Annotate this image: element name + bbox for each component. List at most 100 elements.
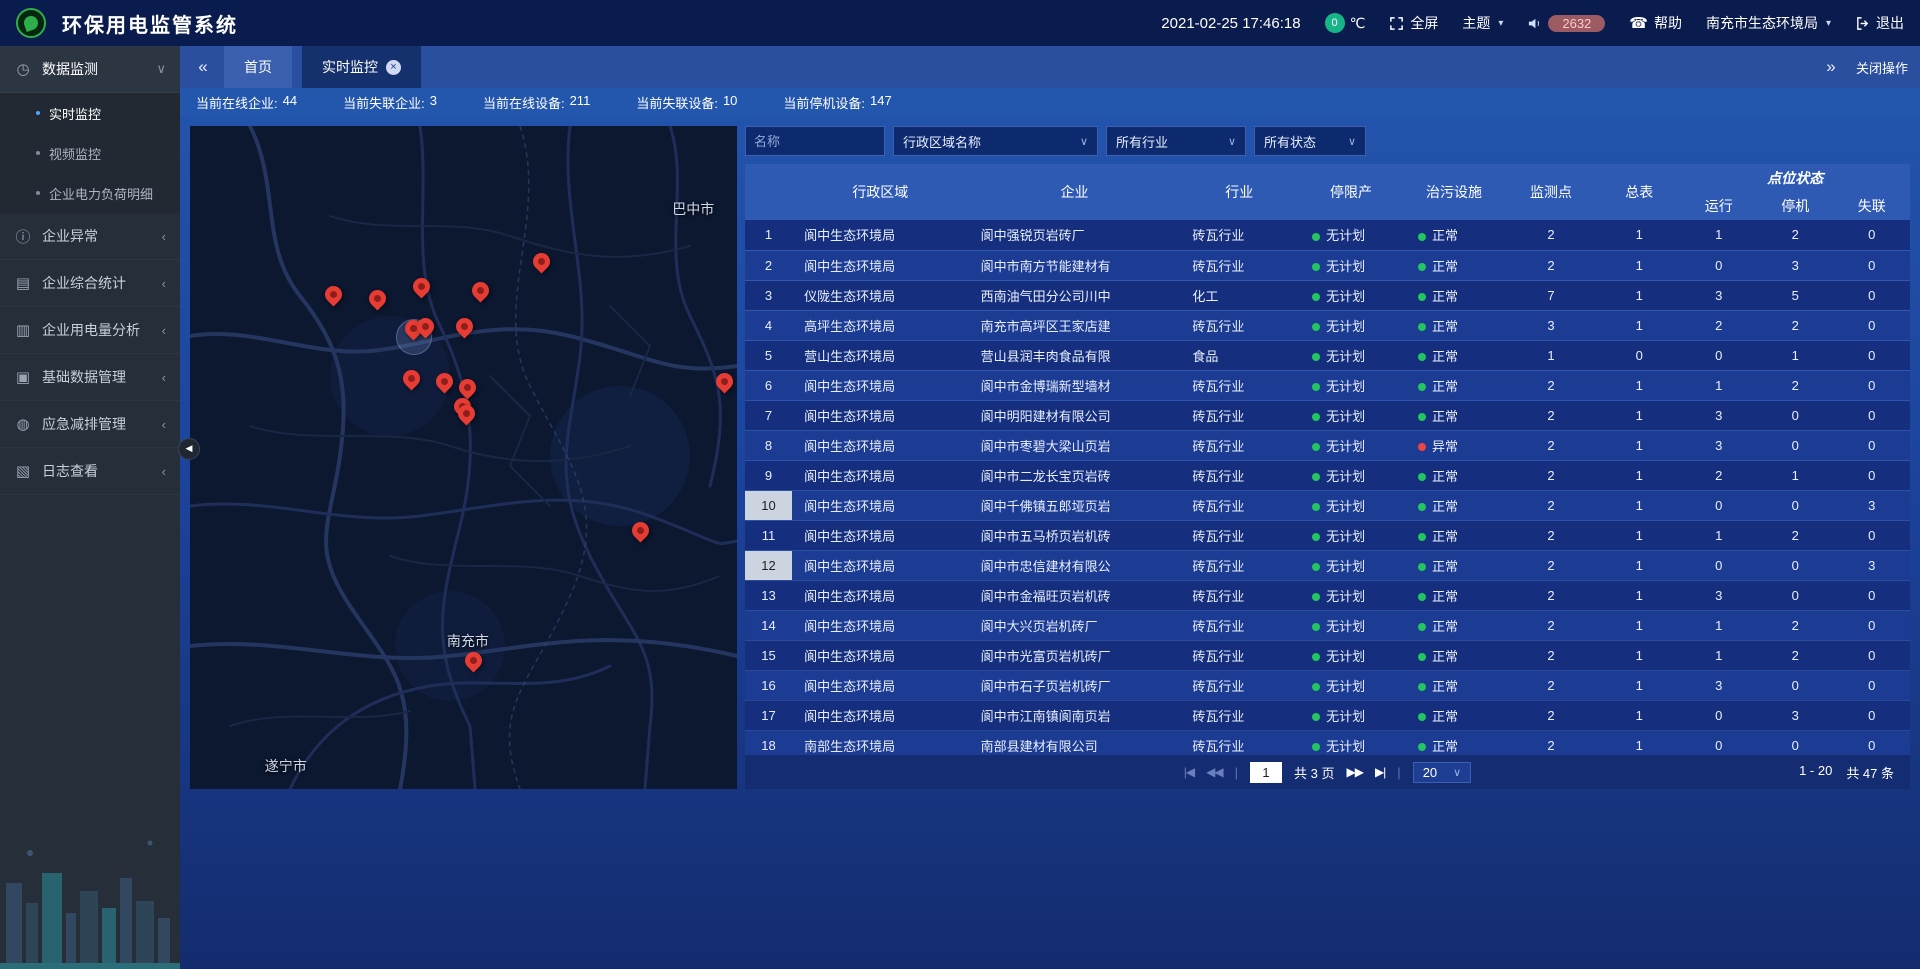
cell-stop: 3 xyxy=(1757,250,1833,280)
industry-filter-select[interactable]: 所有行业 ∨ xyxy=(1106,126,1246,156)
last-page-button[interactable]: ▶| xyxy=(1375,765,1385,779)
status-text: 无计划 xyxy=(1326,349,1365,364)
close-operations-button[interactable]: 关闭操作 xyxy=(1856,58,1908,77)
cell-run: 3 xyxy=(1680,400,1756,430)
cell-company: 阆中明阳建材有限公司 xyxy=(969,400,1181,430)
tab-home[interactable]: 首页 xyxy=(224,46,292,88)
status-text: 无计划 xyxy=(1326,679,1365,694)
col-points: 监测点 xyxy=(1504,164,1598,220)
sidebar-section-enterprise-stats[interactable]: ▤企业综合统计‹ xyxy=(0,260,180,307)
table-wrap: 行政区域 企业 行业 停限产 治污设施 监测点 总表 点位状态 运行 xyxy=(745,164,1910,755)
alert-speaker-button[interactable]: 2632 xyxy=(1527,15,1605,32)
map-panel[interactable]: ◀ 巴中市南充市遂宁市 xyxy=(190,126,737,789)
stat-value: 147 xyxy=(870,93,892,112)
status-text: 正常 xyxy=(1432,409,1458,424)
sidebar-item-realtime-monitor[interactable]: 实时监控 xyxy=(0,93,180,133)
help-button[interactable]: ☎ 帮助 xyxy=(1629,13,1682,33)
tabs-scroll-left-icon[interactable]: « xyxy=(192,57,214,77)
name-filter-input[interactable] xyxy=(745,126,885,156)
cell-region: 阆中生态环境局 xyxy=(792,370,969,400)
status-filter-value: 所有状态 xyxy=(1264,132,1316,151)
cell-index: 15 xyxy=(745,640,792,670)
table-row[interactable]: 6阆中生态环境局阆中市金博瑞新型墙材砖瓦行业无计划正常21120 xyxy=(745,370,1910,400)
stat-label: 当前停机设备: xyxy=(783,93,865,112)
region-filter-select[interactable]: 行政区域名称 ∨ xyxy=(893,126,1098,156)
cell-index: 16 xyxy=(745,670,792,700)
page-number-input[interactable] xyxy=(1250,762,1282,783)
table-row[interactable]: 5营山生态环境局营山县润丰肉食品有限食品无计划正常10010 xyxy=(745,340,1910,370)
theme-menu[interactable]: 主题 ▾ xyxy=(1462,13,1503,33)
table-row[interactable]: 8阆中生态环境局阆中市枣碧大梁山页岩砖瓦行业无计划异常21300 xyxy=(745,430,1910,460)
database-icon: ▣ xyxy=(14,368,32,386)
table-row[interactable]: 13阆中生态环境局阆中市金福旺页岩机砖砖瓦行业无计划正常21300 xyxy=(745,580,1910,610)
sidebar-item-power-load-detail[interactable]: 企业电力负荷明细 xyxy=(0,173,180,213)
tab-realtime-monitor[interactable]: 实时监控 × xyxy=(302,46,421,88)
table-row[interactable]: 11阆中生态环境局阆中市五马桥页岩机砖砖瓦行业无计划正常21120 xyxy=(745,520,1910,550)
status-dot-icon xyxy=(1418,743,1426,751)
status-filter-select[interactable]: 所有状态 ∨ xyxy=(1254,126,1366,156)
status-dot-icon xyxy=(1312,593,1320,601)
alert-count-badge[interactable]: 2632 xyxy=(1548,15,1605,32)
cell-facility-status: 正常 xyxy=(1404,370,1504,400)
logout-button[interactable]: 退出 xyxy=(1855,13,1904,33)
close-tab-icon[interactable]: × xyxy=(386,60,401,75)
prev-page-button[interactable]: ◀◀ xyxy=(1206,765,1222,779)
cell-run: 1 xyxy=(1680,520,1756,550)
table-row[interactable]: 9阆中生态环境局阆中市二龙长宝页岩砖砖瓦行业无计划正常21210 xyxy=(745,460,1910,490)
status-dot-icon xyxy=(1312,743,1320,751)
cell-index: 4 xyxy=(745,310,792,340)
sidebar-section-power-analysis[interactable]: ▥企业用电量分析‹ xyxy=(0,307,180,354)
sidebar-item-video-monitor[interactable]: 视频监控 xyxy=(0,133,180,173)
table-row[interactable]: 16阆中生态环境局阆中市石子页岩机砖厂砖瓦行业无计划正常21300 xyxy=(745,670,1910,700)
next-page-button[interactable]: ▶▶ xyxy=(1346,765,1362,779)
sidebar-section-emergency-reduction[interactable]: ◍应急减排管理‹ xyxy=(0,401,180,448)
org-menu[interactable]: 南充市生态环境局 ▾ xyxy=(1706,13,1831,33)
status-text: 正常 xyxy=(1432,739,1458,754)
fullscreen-button[interactable]: 全屏 xyxy=(1389,13,1438,33)
table-row[interactable]: 3仪陇生态环境局西南油气田分公司川中化工无计划正常71350 xyxy=(745,280,1910,310)
sidebar-section-base-data[interactable]: ▣基础数据管理‹ xyxy=(0,354,180,401)
cell-industry: 砖瓦行业 xyxy=(1180,430,1298,460)
table-row[interactable]: 2阆中生态环境局阆中市南方节能建材有砖瓦行业无计划正常21030 xyxy=(745,250,1910,280)
table-row[interactable]: 18南部生态环境局南部县建材有限公司砖瓦行业无计划正常21000 xyxy=(745,730,1910,755)
status-text: 无计划 xyxy=(1326,499,1365,514)
status-text: 无计划 xyxy=(1326,469,1365,484)
status-text: 正常 xyxy=(1432,289,1458,304)
table-row[interactable]: 4高坪生态环境局南充市高坪区王家店建砖瓦行业无计划正常31220 xyxy=(745,310,1910,340)
first-page-button[interactable]: |◀ xyxy=(1184,765,1194,779)
sidebar-section-log-view[interactable]: ▧日志查看‹ xyxy=(0,448,180,495)
table-row[interactable]: 12阆中生态环境局阆中市忠信建材有限公砖瓦行业无计划正常21003 xyxy=(745,550,1910,580)
map-city-label: 南充市 xyxy=(447,631,489,651)
cell-company: 阆中市二龙长宝页岩砖 xyxy=(969,460,1181,490)
status-dot-icon xyxy=(1312,263,1320,271)
chart-icon: ▥ xyxy=(14,321,32,339)
cell-region: 阆中生态环境局 xyxy=(792,430,969,460)
stat-label: 当前失联企业: xyxy=(343,93,425,112)
bullet-icon xyxy=(36,151,40,155)
table-row[interactable]: 1阆中生态环境局阆中强锐页岩砖厂砖瓦行业无计划正常21120 xyxy=(745,220,1910,250)
table-row[interactable]: 14阆中生态环境局阆中大兴页岩机砖厂砖瓦行业无计划正常21120 xyxy=(745,610,1910,640)
cell-points: 2 xyxy=(1504,520,1598,550)
cell-region: 营山生态环境局 xyxy=(792,340,969,370)
cell-points: 3 xyxy=(1504,310,1598,340)
tabs-scroll-right-icon[interactable]: » xyxy=(1820,57,1842,77)
cell-run: 0 xyxy=(1680,700,1756,730)
cell-stop: 0 xyxy=(1757,400,1833,430)
cell-lost: 0 xyxy=(1833,220,1910,250)
page-size-select[interactable]: 20 ∨ xyxy=(1413,762,1472,783)
table-row[interactable]: 17阆中生态环境局阆中市江南镇阆南页岩砖瓦行业无计划正常21030 xyxy=(745,700,1910,730)
stat-value: 3 xyxy=(430,93,437,112)
table-row[interactable]: 15阆中生态环境局阆中市光富页岩机砖厂砖瓦行业无计划正常21120 xyxy=(745,640,1910,670)
status-dot-icon xyxy=(1418,533,1426,541)
table-row[interactable]: 10阆中生态环境局阆中千佛镇五郎垭页岩砖瓦行业无计划正常21003 xyxy=(745,490,1910,520)
sidebar-section-data-monitoring[interactable]: ◷数据监测∨ xyxy=(0,46,180,93)
table-row[interactable]: 7阆中生态环境局阆中明阳建材有限公司砖瓦行业无计划正常21300 xyxy=(745,400,1910,430)
cell-index: 6 xyxy=(745,370,792,400)
report-icon: ▤ xyxy=(14,274,32,292)
app-header: 环保用电监管系统 2021-02-25 17:46:18 0 ℃ 全屏 主题 ▾… xyxy=(0,0,1920,46)
map-collapse-button[interactable]: ◀ xyxy=(178,438,200,460)
sidebar-section-enterprise-abnormal[interactable]: ⓘ企业异常‹ xyxy=(0,213,180,260)
status-text: 正常 xyxy=(1432,349,1458,364)
cell-facility-status: 正常 xyxy=(1404,700,1504,730)
cell-facility-status: 正常 xyxy=(1404,250,1504,280)
